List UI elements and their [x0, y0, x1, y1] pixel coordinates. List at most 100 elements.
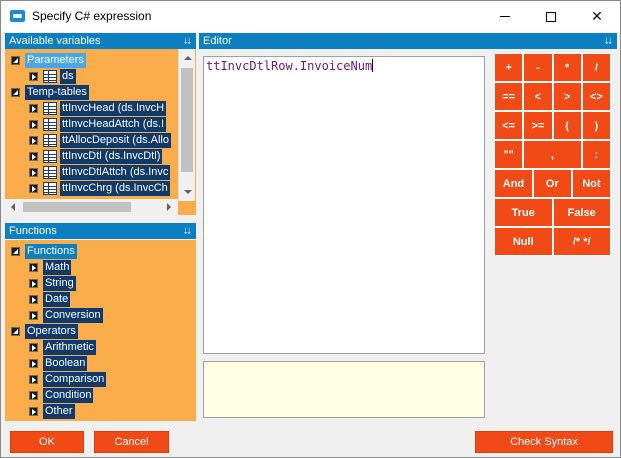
collapse-icon[interactable] — [11, 88, 20, 97]
expand-icon[interactable] — [29, 136, 38, 145]
variables-node-label: ttInvcHeadAttch (ds.I — [60, 117, 167, 132]
operator-button[interactable]: >= — [523, 111, 553, 140]
table-icon — [43, 102, 57, 115]
functions-pin-icon[interactable]: ⮇ — [184, 223, 191, 239]
variables-tree: Parameters ds Temp-tables ttInvcHead (ds.In… — [5, 49, 196, 215]
operator-button[interactable]: <= — [494, 111, 524, 140]
variables-node[interactable]: ttInvcDtlAttch (ds.Invc — [5, 165, 196, 180]
operator-button[interactable]: , — [523, 140, 582, 169]
functions-node-label: Math — [43, 260, 72, 275]
functions-node[interactable]: Comparison — [5, 372, 196, 387]
variables-horizontal-scrollbar[interactable] — [5, 199, 178, 215]
expand-icon[interactable] — [29, 263, 38, 272]
functions-node[interactable]: Condition — [5, 388, 196, 403]
expand-icon[interactable] — [29, 120, 38, 129]
operator-button[interactable]: Or — [532, 169, 572, 198]
functions-node[interactable]: Conversion — [5, 308, 196, 323]
operator-button[interactable]: < — [523, 82, 553, 111]
variables-pin-icon[interactable]: ⮇ — [184, 33, 191, 49]
operator-button[interactable]: > — [552, 82, 582, 111]
expand-icon[interactable] — [29, 72, 38, 81]
expand-icon[interactable] — [29, 295, 38, 304]
operator-button[interactable]: And — [494, 169, 533, 198]
variables-node[interactable]: Temp-tables — [5, 85, 196, 100]
variables-node[interactable]: Parameters — [5, 53, 196, 68]
operator-button[interactable]: == — [494, 82, 524, 111]
ok-button[interactable]: OK — [10, 431, 84, 453]
functions-node[interactable]: Math — [5, 260, 196, 275]
title-bar: Specify C# expression ✕ — [1, 1, 620, 32]
operator-button[interactable]: ) — [581, 111, 611, 140]
variables-node[interactable]: ttInvcHead (ds.InvcH — [5, 101, 196, 116]
cancel-button[interactable]: Cancel — [94, 431, 169, 453]
variables-node[interactable]: ttInvcDtl (ds.InvcDtl) — [5, 149, 196, 164]
scroll-up-arrow-icon[interactable] — [180, 51, 195, 66]
variables-node[interactable]: ttInvcHeadAttch (ds.I — [5, 117, 196, 132]
functions-node[interactable]: Boolean — [5, 356, 196, 371]
expand-icon[interactable] — [29, 375, 38, 384]
functions-node[interactable]: Date — [5, 292, 196, 307]
functions-node[interactable]: Other — [5, 404, 196, 419]
operator-button[interactable]: Null — [494, 227, 553, 256]
functions-node[interactable]: Operators — [5, 324, 196, 339]
functions-node[interactable]: Functions — [5, 244, 196, 259]
operator-button[interactable]: Not — [571, 169, 611, 198]
variables-vertical-scrollbar[interactable] — [178, 49, 195, 201]
variables-node[interactable]: ds — [5, 69, 196, 84]
expression-editor[interactable]: ttInvcDtlRow.InvoiceNum — [203, 56, 485, 354]
functions-panel-title: Functions — [9, 225, 57, 237]
horizontal-scroll-thumb[interactable] — [23, 202, 131, 212]
editor-pin-icon[interactable]: ⮇ — [605, 33, 612, 49]
variables-node-label: ttInvcHead (ds.InvcH — [60, 101, 167, 116]
functions-node-label: Comparison — [43, 372, 107, 387]
expand-icon[interactable] — [29, 391, 38, 400]
expression-text: ttInvcDtlRow.InvoiceNum — [206, 59, 373, 73]
operator-button[interactable]: /* */ — [552, 227, 611, 256]
operator-button[interactable]: * — [552, 53, 582, 82]
collapse-icon[interactable] — [11, 327, 20, 336]
operator-button[interactable]: - — [523, 53, 553, 82]
expand-icon[interactable] — [29, 407, 38, 416]
operator-button[interactable]: True — [494, 198, 553, 227]
scroll-down-arrow-icon[interactable] — [180, 184, 195, 199]
variables-node[interactable]: ttAllocDeposit (ds.Allo — [5, 133, 196, 148]
collapse-icon[interactable] — [11, 247, 20, 256]
functions-panel-header: Functions ⮇ — [5, 223, 196, 239]
variables-node[interactable]: ttInvcChrg (ds.InvcCh — [5, 181, 196, 196]
functions-node-label: String — [43, 276, 76, 291]
operator-button[interactable]: : — [581, 140, 611, 169]
expand-icon[interactable] — [29, 279, 38, 288]
operator-button[interactable]: <> — [581, 82, 611, 111]
check-syntax-button[interactable]: Check Syntax — [475, 431, 613, 453]
expand-icon[interactable] — [29, 184, 38, 193]
expand-icon[interactable] — [29, 168, 38, 177]
variables-node-label: Parameters — [25, 53, 86, 68]
operator-button[interactable]: "" — [494, 140, 524, 169]
scroll-left-arrow-icon[interactable] — [6, 199, 21, 214]
functions-node-label: Condition — [43, 388, 94, 403]
expand-icon[interactable] — [29, 104, 38, 113]
expand-icon[interactable] — [29, 152, 38, 161]
table-icon — [43, 70, 57, 83]
table-icon — [43, 118, 57, 131]
maximize-button[interactable] — [528, 1, 574, 32]
minimize-button[interactable] — [482, 1, 528, 32]
text-caret — [372, 59, 374, 72]
operator-button[interactable]: / — [581, 53, 611, 82]
scroll-right-arrow-icon[interactable] — [161, 199, 176, 214]
variables-node-label: ttInvcDtlAttch (ds.Invc — [60, 165, 171, 180]
operator-button[interactable]: + — [494, 53, 524, 82]
operator-button[interactable]: False — [552, 198, 611, 227]
expand-icon[interactable] — [29, 343, 38, 352]
functions-node[interactable]: Arithmetic — [5, 340, 196, 355]
variables-node-label: Temp-tables — [25, 85, 89, 100]
functions-node[interactable]: String — [5, 276, 196, 291]
expand-icon[interactable] — [29, 311, 38, 320]
expand-icon[interactable] — [29, 359, 38, 368]
operator-button[interactable]: ( — [552, 111, 582, 140]
table-icon — [43, 150, 57, 163]
vertical-scroll-thumb[interactable] — [181, 68, 193, 172]
collapse-icon[interactable] — [11, 56, 20, 65]
close-button[interactable]: ✕ — [574, 1, 620, 32]
variables-panel-header: Available variables ⮇ — [5, 33, 196, 49]
